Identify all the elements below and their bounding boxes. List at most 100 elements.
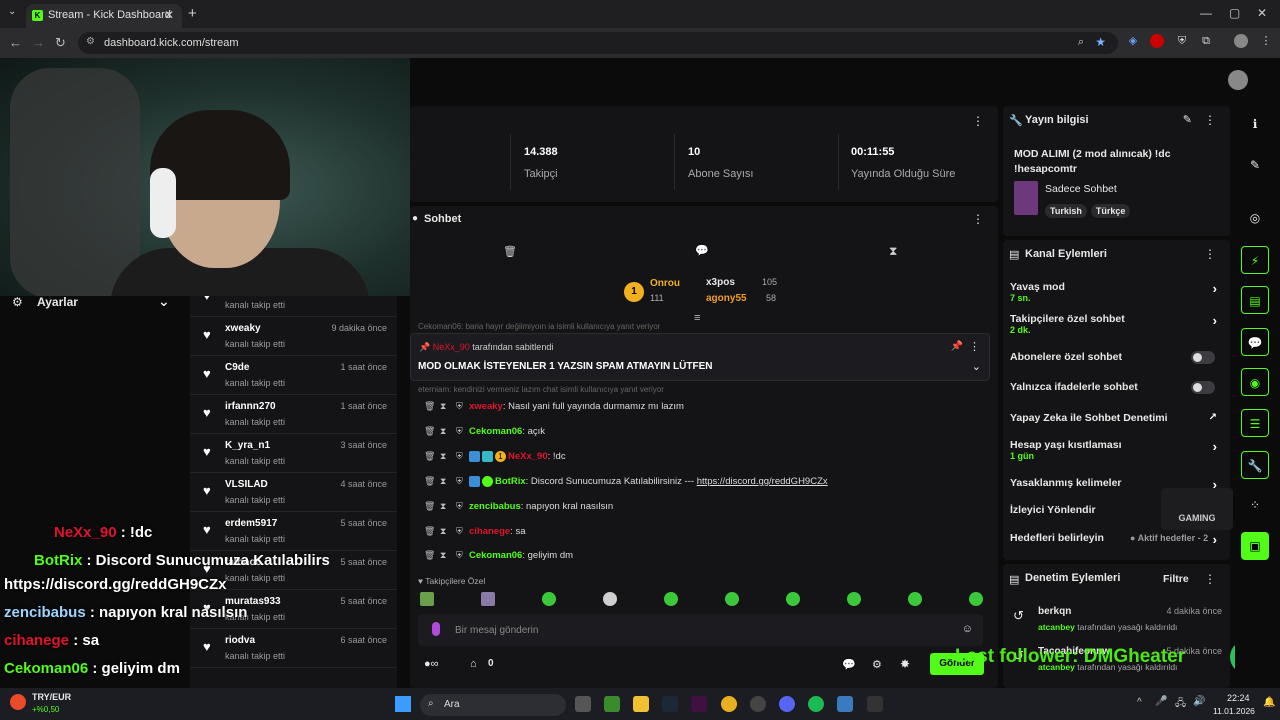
slow-mode-row[interactable]: Yavaş mod 7 sn. › bbox=[1010, 281, 1225, 303]
volume-icon[interactable]: 🔊 bbox=[1193, 696, 1205, 707]
clock-date[interactable]: 11.01.2026 bbox=[1213, 706, 1255, 716]
delete-icon[interactable]: 🗑 bbox=[424, 526, 435, 537]
account-age-row[interactable]: Hesap yaşı kısıtlaması 1 gün › bbox=[1010, 439, 1225, 461]
edit-icon[interactable]: ✎ bbox=[1241, 151, 1269, 179]
goals-row[interactable]: Hedefleri belirleyin ● Aktif hedefler - 2… bbox=[1010, 532, 1225, 547]
wrench-icon[interactable]: 🔧 bbox=[1241, 451, 1269, 479]
clock-time[interactable]: 22:24 bbox=[1227, 693, 1250, 703]
tag-chip[interactable]: Turkish bbox=[1045, 204, 1087, 218]
user-avatar[interactable] bbox=[1228, 70, 1248, 90]
follower-name[interactable]: K_yra_n1 bbox=[225, 440, 270, 451]
broadcast-icon[interactable]: ◉ bbox=[1241, 368, 1269, 396]
chat-icon[interactable]: 💬 bbox=[1241, 328, 1269, 356]
mic-icon[interactable]: 🎤 bbox=[1155, 696, 1167, 707]
forward-icon[interactable]: → bbox=[32, 35, 45, 50]
emote[interactable] bbox=[481, 592, 495, 606]
delete-icon[interactable]: 🗑 bbox=[424, 550, 435, 561]
emote[interactable] bbox=[908, 592, 922, 606]
ban-icon[interactable]: ⛨ bbox=[456, 451, 463, 462]
windows-start-icon[interactable] bbox=[395, 696, 411, 712]
camera-icon[interactable]: ◎ bbox=[1241, 204, 1269, 232]
extension-icon[interactable]: ◈ bbox=[1126, 34, 1140, 48]
pin-icon[interactable]: 📌 bbox=[951, 341, 963, 352]
edit-icon[interactable]: ✎ bbox=[1183, 113, 1192, 126]
timeout-icon[interactable]: ⧗ bbox=[440, 501, 446, 512]
follower-name[interactable]: VLSILAD bbox=[225, 479, 268, 490]
bookmark-star-icon[interactable]: ★ bbox=[1095, 35, 1106, 49]
shield-icon[interactable]: ⛨ bbox=[1175, 34, 1189, 48]
back-icon[interactable]: ← bbox=[9, 35, 22, 50]
follower-name[interactable]: irfannn270 bbox=[225, 401, 276, 412]
gear-icon[interactable]: ⚙ bbox=[872, 658, 882, 671]
obs-icon[interactable] bbox=[750, 696, 766, 712]
chat-icon[interactable]: 💬 bbox=[842, 658, 856, 671]
tab-list-icon[interactable]: ⌄ bbox=[8, 6, 16, 17]
mic-icon[interactable] bbox=[432, 622, 440, 636]
taskbar-search[interactable]: ⌕ Ara bbox=[420, 694, 566, 716]
tray-arrow-icon[interactable]: ^ bbox=[1137, 697, 1142, 708]
app-icon[interactable] bbox=[837, 696, 853, 712]
chevron-down-icon[interactable]: ⌄ bbox=[972, 360, 981, 373]
url-field[interactable]: ⚙ dashboard.kick.com/stream ⌕ ★ bbox=[78, 32, 1118, 54]
puzzle-icon[interactable]: ⧉ bbox=[1199, 34, 1213, 48]
menu-icon[interactable]: ⋮ bbox=[1259, 34, 1273, 48]
more-options-icon[interactable]: ⋮ bbox=[1204, 113, 1216, 127]
chat-icon[interactable]: 💬 bbox=[695, 244, 709, 257]
close-tab-icon[interactable]: ✕ bbox=[164, 8, 174, 22]
trash-icon[interactable]: 🗑 bbox=[503, 245, 517, 258]
profile-avatar-icon[interactable] bbox=[1234, 34, 1248, 48]
extension-icon[interactable] bbox=[1150, 34, 1164, 48]
delete-icon[interactable]: 🗑 bbox=[424, 426, 435, 437]
timeout-icon[interactable]: ⧗ bbox=[440, 476, 446, 487]
task-view-icon[interactable] bbox=[575, 696, 591, 712]
ban-icon[interactable]: ⛨ bbox=[456, 476, 463, 487]
browser-tab[interactable]: K Stream - Kick Dashboard ✕ bbox=[26, 4, 182, 28]
timeout-icon[interactable]: ⧗ bbox=[440, 550, 446, 561]
emote[interactable] bbox=[786, 592, 800, 606]
info-icon[interactable]: ℹ bbox=[1241, 110, 1269, 138]
ban-icon[interactable]: ⛨ bbox=[456, 401, 463, 412]
minimize-icon[interactable]: — bbox=[1200, 6, 1212, 20]
more-options-icon[interactable]: ⋮ bbox=[1204, 572, 1216, 586]
delete-icon[interactable]: 🗑 bbox=[424, 401, 435, 412]
timeout-icon[interactable]: ⧗ bbox=[440, 426, 446, 437]
network-icon[interactable]: 🖧 bbox=[1175, 696, 1186, 713]
timeout-icon[interactable]: ⧗ bbox=[440, 526, 446, 537]
points-icon[interactable]: ●∞ bbox=[424, 658, 439, 670]
store-icon[interactable]: ⌂ bbox=[470, 658, 477, 670]
delete-icon[interactable]: 🗑 bbox=[424, 451, 435, 462]
more-options-icon[interactable]: ⋮ bbox=[969, 340, 980, 353]
ban-icon[interactable]: ⛨ bbox=[456, 526, 463, 537]
more-options-icon[interactable]: ⋮ bbox=[972, 212, 984, 226]
folder-icon[interactable] bbox=[633, 696, 649, 712]
delete-icon[interactable]: 🗑 bbox=[424, 476, 435, 487]
spotify-icon[interactable] bbox=[808, 696, 824, 712]
site-info-icon[interactable]: ⚙ bbox=[86, 36, 95, 47]
subscribers-only-toggle[interactable] bbox=[1191, 351, 1215, 364]
extension-icon[interactable]: ▣ bbox=[1241, 532, 1269, 560]
emote-only-toggle[interactable] bbox=[1191, 381, 1215, 394]
ban-icon[interactable]: ⛨ bbox=[456, 550, 463, 561]
collapse-icon[interactable]: ≡ bbox=[694, 312, 700, 324]
apps-icon[interactable]: ⁘ bbox=[1241, 491, 1269, 519]
followers-only-row[interactable]: Takipçilere özel sohbet 2 dk. › bbox=[1010, 313, 1225, 335]
emote[interactable] bbox=[664, 592, 678, 606]
emoji-icon[interactable]: ☺ bbox=[962, 623, 973, 635]
list-icon[interactable]: ☰ bbox=[1241, 409, 1269, 437]
follower-name[interactable]: xweaky bbox=[225, 323, 261, 334]
follower-name[interactable]: C9de bbox=[225, 362, 249, 373]
app-icon[interactable] bbox=[691, 696, 707, 712]
emote[interactable] bbox=[542, 592, 556, 606]
discord-icon[interactable] bbox=[779, 696, 795, 712]
tag-chip[interactable]: Türkçe bbox=[1090, 204, 1131, 218]
emote[interactable] bbox=[725, 592, 739, 606]
timeout-icon[interactable]: ⧗ bbox=[440, 451, 446, 462]
minecraft-icon[interactable] bbox=[604, 696, 620, 712]
app-icon[interactable] bbox=[867, 696, 883, 712]
hourglass-icon[interactable]: ⧗ bbox=[889, 244, 897, 259]
more-options-icon[interactable]: ⋮ bbox=[1204, 247, 1216, 261]
chat-input[interactable]: Bir mesaj gönderin ☺ bbox=[418, 614, 983, 646]
more-options-icon[interactable]: ⋮ bbox=[972, 114, 984, 128]
emote[interactable] bbox=[420, 592, 434, 606]
delete-icon[interactable]: 🗑 bbox=[424, 501, 435, 512]
